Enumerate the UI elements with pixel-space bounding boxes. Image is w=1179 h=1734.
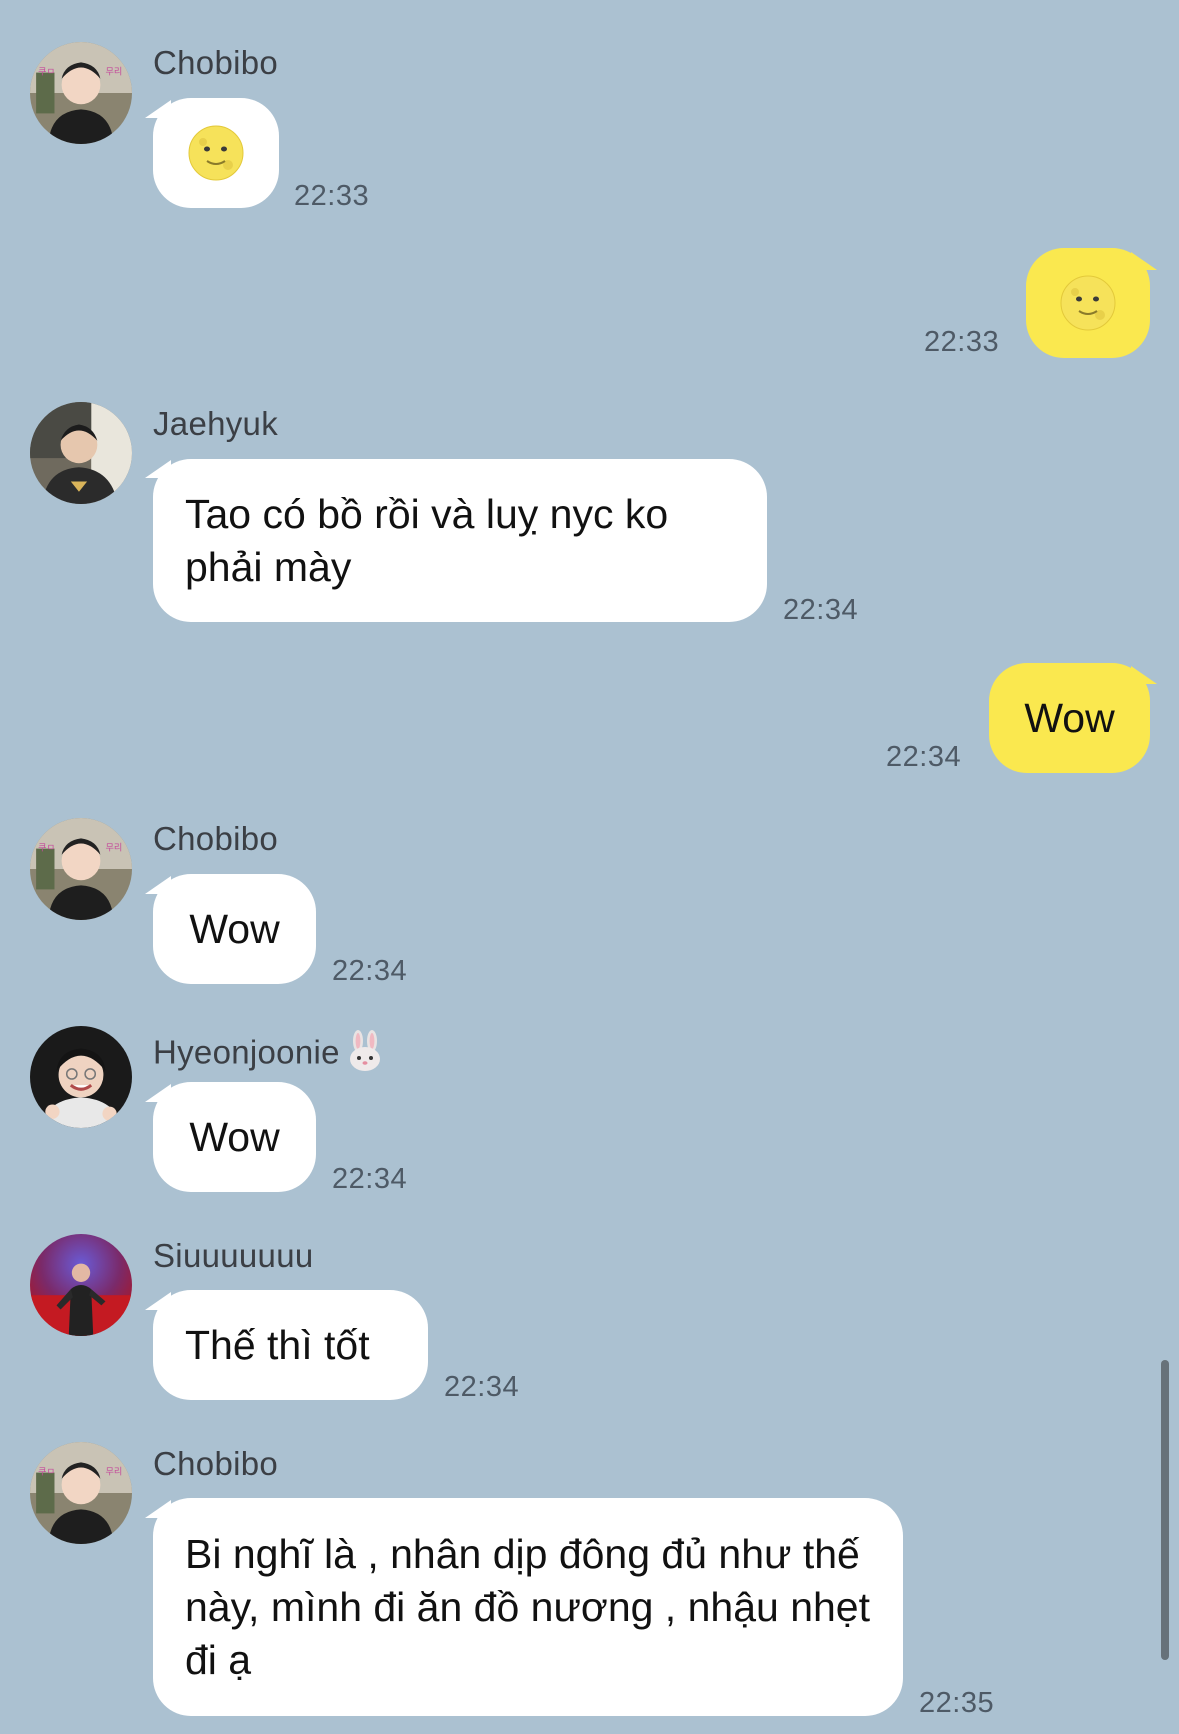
svg-text:쿠ㅁ: 쿠ㅁ <box>38 1467 55 1478</box>
message-time: 22:34 <box>783 594 859 626</box>
sender-name: Chobibo <box>153 1445 279 1482</box>
avatar-siuuuuuuu[interactable] <box>30 1234 132 1336</box>
message-text: Thế thì tốt <box>185 1321 370 1368</box>
message-bubble[interactable]: Bi nghĩ là , nhân dịp đông đủ như thế nà… <box>153 1498 903 1716</box>
avatar-jaehyuk[interactable] <box>30 402 132 504</box>
message-text: Wow <box>1024 694 1115 741</box>
sender-name: Jaehyuk <box>153 405 279 442</box>
svg-text:무리: 무리 <box>105 1467 122 1478</box>
message-bubble[interactable]: Thế thì tốt <box>153 1290 428 1400</box>
avatar-chobibo[interactable]: 쿠ㅁ 무리 <box>30 42 132 144</box>
sender-name: Siuuuuuuu <box>153 1237 314 1274</box>
message-time: 22:33 <box>294 180 370 212</box>
svg-text:쿠ㅁ: 쿠ㅁ <box>38 843 55 854</box>
svg-text:무리: 무리 <box>105 67 122 78</box>
message-text: Wow <box>189 1113 280 1160</box>
message-bubble[interactable]: Wow <box>989 663 1150 773</box>
message-time: 22:34 <box>886 741 962 773</box>
message-bubble[interactable]: Wow <box>153 874 316 984</box>
svg-text:쿠ㅁ: 쿠ㅁ <box>38 67 55 78</box>
avatar-chobibo[interactable]: 쿠ㅁ 무리 <box>30 818 132 920</box>
svg-text:무리: 무리 <box>105 843 122 854</box>
message-time: 22:33 <box>924 326 1000 358</box>
sender-name: Chobibo <box>153 44 279 81</box>
full-moon-face-icon <box>1060 275 1116 331</box>
message-time: 22:35 <box>919 1687 995 1719</box>
message-text: Tao có bồ rồi và luỵ nyc ko phải mày <box>185 490 669 590</box>
message-text: Bi nghĩ là , nhân dịp đông đủ như thế nà… <box>185 1530 870 1683</box>
message-bubble[interactable]: Wow <box>153 1082 316 1192</box>
scrollbar-thumb[interactable] <box>1161 1360 1169 1660</box>
message-bubble[interactable] <box>1026 248 1150 358</box>
sender-name: Hyeonjoonie <box>153 1030 384 1080</box>
sender-name: Chobibo <box>153 820 279 857</box>
avatar-hyeonjoonie[interactable] <box>30 1026 132 1128</box>
message-bubble[interactable] <box>153 98 279 208</box>
message-time: 22:34 <box>332 955 408 987</box>
message-text: Wow <box>189 905 280 952</box>
message-bubble[interactable]: Tao có bồ rồi và luỵ nyc ko phải mày <box>153 459 767 622</box>
full-moon-face-icon <box>188 125 244 181</box>
sender-name-text: Hyeonjoonie <box>153 1033 340 1071</box>
message-time: 22:34 <box>444 1371 520 1403</box>
message-time: 22:34 <box>332 1163 408 1195</box>
rabbit-face-icon <box>346 1030 384 1080</box>
avatar-chobibo[interactable]: 쿠ㅁ 무리 <box>30 1442 132 1544</box>
